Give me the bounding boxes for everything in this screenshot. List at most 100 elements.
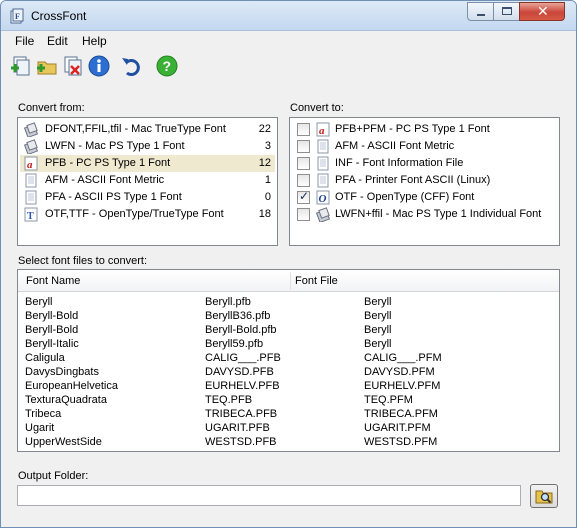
metric-file-cell: UGARIT.PFM xyxy=(364,422,431,434)
convert-from-item-label: LWFN - Mac PS Type 1 Font xyxy=(45,140,185,152)
convert-to-checkbox[interactable] xyxy=(297,123,310,136)
browse-folder-button[interactable] xyxy=(530,484,558,508)
metric-file-cell: TEQ.PFM xyxy=(364,394,413,406)
convert-from-item[interactable]: AFM - ASCII Font Metric 1 xyxy=(20,172,275,189)
mac-font-icon xyxy=(24,139,38,154)
table-row[interactable]: EuropeanHelvetica EURHELV.PFB EURHELV.PFM xyxy=(18,380,559,394)
convert-from-item[interactable]: a PFB - PC PS Type 1 Font 12 xyxy=(20,155,275,172)
table-row[interactable]: UpperWestSide WESTSD.PFB WESTSD.PFM xyxy=(18,436,559,450)
files-label: Select font files to convert: xyxy=(18,255,148,267)
title-bar[interactable]: F CrossFont ✕ xyxy=(1,1,576,31)
truetype-font-icon: T xyxy=(24,207,38,222)
convert-from-item-count: 12 xyxy=(258,157,271,169)
doc-icon xyxy=(25,190,37,205)
font-file-cell: Beryll.pfb xyxy=(205,296,251,308)
font-file-cell: TRIBECA.PFB xyxy=(205,408,278,420)
font-file-cell: EURHELV.PFB xyxy=(205,380,280,392)
maximize-button[interactable] xyxy=(493,2,520,21)
convert-from-item[interactable]: PFA - ASCII PS Type 1 Font 0 xyxy=(20,189,275,206)
convert-from-item[interactable]: LWFN - Mac PS Type 1 Font 3 xyxy=(20,138,275,155)
menu-file[interactable]: File xyxy=(15,34,34,48)
toolbar: ? xyxy=(1,52,576,80)
font-file-cell: CALIG___.PFB xyxy=(205,352,281,364)
font-name-cell: Beryll xyxy=(25,296,53,308)
svg-text:F: F xyxy=(15,12,20,21)
minimize-button[interactable] xyxy=(467,2,494,21)
metric-file-cell: WESTSD.PFM xyxy=(364,436,438,448)
column-font-file[interactable]: Font File xyxy=(295,275,338,287)
table-row[interactable]: Tribeca TRIBECA.PFB TRIBECA.PFM xyxy=(18,408,559,422)
doc-icon xyxy=(25,173,37,188)
convert-to-checkbox[interactable] xyxy=(297,208,310,221)
font-name-cell: UpperWestSide xyxy=(25,436,102,448)
convert-to-checkbox[interactable] xyxy=(297,189,310,204)
font-name-cell: EuropeanHelvetica xyxy=(25,380,118,392)
convert-to-item[interactable]: PFA - Printer Font ASCII (Linux) xyxy=(292,172,557,189)
convert-to-item[interactable]: a PFB+PFM - PC PS Type 1 Font xyxy=(292,121,557,138)
table-row[interactable]: DavysDingbats DAVYSD.PFB DAVYSD.PFM xyxy=(18,366,559,380)
metric-file-cell: DAVYSD.PFM xyxy=(364,366,435,378)
close-button[interactable]: ✕ xyxy=(519,2,565,21)
help-icon[interactable]: ? xyxy=(155,54,179,78)
font-file-cell: BeryllB36.pfb xyxy=(205,310,271,322)
menu-help[interactable]: Help xyxy=(82,34,107,48)
table-row[interactable]: Ugarit UGARIT.PFB UGARIT.PFM xyxy=(18,422,559,436)
menu-bar: File Edit Help xyxy=(1,31,576,51)
convert-from-item-label: OTF,TTF - OpenType/TrueType Font xyxy=(45,208,224,220)
add-files-icon[interactable] xyxy=(9,54,33,78)
font-files-table[interactable]: Font Name Font File Beryll Beryll.pfb Bery… xyxy=(17,269,560,452)
convert-to-item[interactable]: INF - Font Information File xyxy=(292,155,557,172)
convert-to-item[interactable]: LWFN+ffil - Mac PS Type 1 Individual Fon… xyxy=(292,206,557,223)
convert-to-item[interactable]: AFM - ASCII Font Metric xyxy=(292,138,557,155)
column-divider[interactable] xyxy=(290,272,291,290)
convert-to-item-label: AFM - ASCII Font Metric xyxy=(335,140,455,152)
menu-edit[interactable]: Edit xyxy=(47,34,68,48)
table-header: Font Name Font File xyxy=(18,270,559,292)
add-folder-icon[interactable] xyxy=(35,54,59,78)
info-icon[interactable] xyxy=(87,54,111,78)
remove-files-icon[interactable] xyxy=(61,54,85,78)
convert-to-item[interactable]: O OTF - OpenType (CFF) Font xyxy=(292,189,557,206)
column-font-name[interactable]: Font Name xyxy=(26,275,80,287)
output-folder-input[interactable] xyxy=(17,485,521,506)
font-name-cell: TexturaQuadrata xyxy=(25,394,107,406)
ps-type1-font-icon: a xyxy=(316,122,330,137)
convert-to-checkbox[interactable] xyxy=(297,140,310,153)
convert-from-item-count: 22 xyxy=(258,123,271,135)
convert-from-item-label: DFONT,FFIL,tfil - Mac TrueType Font xyxy=(45,123,226,135)
window-title: CrossFont xyxy=(31,9,87,23)
table-row[interactable]: Beryll-Bold Beryll-Bold.pfb Beryll xyxy=(18,324,559,338)
metric-file-cell: Beryll xyxy=(364,310,392,322)
convert-to-checkbox[interactable] xyxy=(297,157,310,170)
mac-font-icon xyxy=(24,122,38,137)
convert-to-checkbox[interactable] xyxy=(297,174,310,187)
font-name-cell: Beryll-Bold xyxy=(25,310,79,322)
convert-to-list[interactable]: a PFB+PFM - PC PS Type 1 Font AFM - ASCII … xyxy=(289,117,560,246)
font-name-cell: Beryll-Italic xyxy=(25,338,79,350)
svg-text:?: ? xyxy=(163,58,172,74)
table-row[interactable]: Beryll-Bold BeryllB36.pfb Beryll xyxy=(18,310,559,324)
doc-icon xyxy=(317,156,329,171)
convert-to-item-label: PFA - Printer Font ASCII (Linux) xyxy=(335,174,491,186)
convert-from-list[interactable]: DFONT,FFIL,tfil - Mac TrueType Font 22 LWF… xyxy=(17,117,278,246)
font-file-cell: Beryll-Bold.pfb xyxy=(205,324,277,336)
table-row[interactable]: Caligula CALIG___.PFB CALIG___.PFM xyxy=(18,352,559,366)
table-row[interactable]: Beryll-Italic Beryll59.pfb Beryll xyxy=(18,338,559,352)
doc-icon xyxy=(317,139,329,154)
convert-from-item[interactable]: DFONT,FFIL,tfil - Mac TrueType Font 22 xyxy=(20,121,275,138)
output-folder-label: Output Folder: xyxy=(18,470,89,482)
convert-from-item[interactable]: T OTF,TTF - OpenType/TrueType Font 18 xyxy=(20,206,275,223)
close-icon: ✕ xyxy=(537,3,549,19)
convert-from-label: Convert from: xyxy=(18,102,85,114)
font-name-cell: Ugarit xyxy=(25,422,55,434)
metric-file-cell: CALIG___.PFM xyxy=(364,352,442,364)
undo-icon[interactable] xyxy=(119,54,143,78)
convert-to-label: Convert to: xyxy=(290,102,344,114)
mac-font-icon xyxy=(316,207,330,222)
font-file-cell: UGARIT.PFB xyxy=(205,422,270,434)
table-row[interactable]: TexturaQuadrata TEQ.PFB TEQ.PFM xyxy=(18,394,559,408)
table-row[interactable]: Beryll Beryll.pfb Beryll xyxy=(18,296,559,310)
metric-file-cell: EURHELV.PFM xyxy=(364,380,441,392)
convert-to-item-label: OTF - OpenType (CFF) Font xyxy=(335,191,475,203)
svg-text:a: a xyxy=(319,125,325,137)
